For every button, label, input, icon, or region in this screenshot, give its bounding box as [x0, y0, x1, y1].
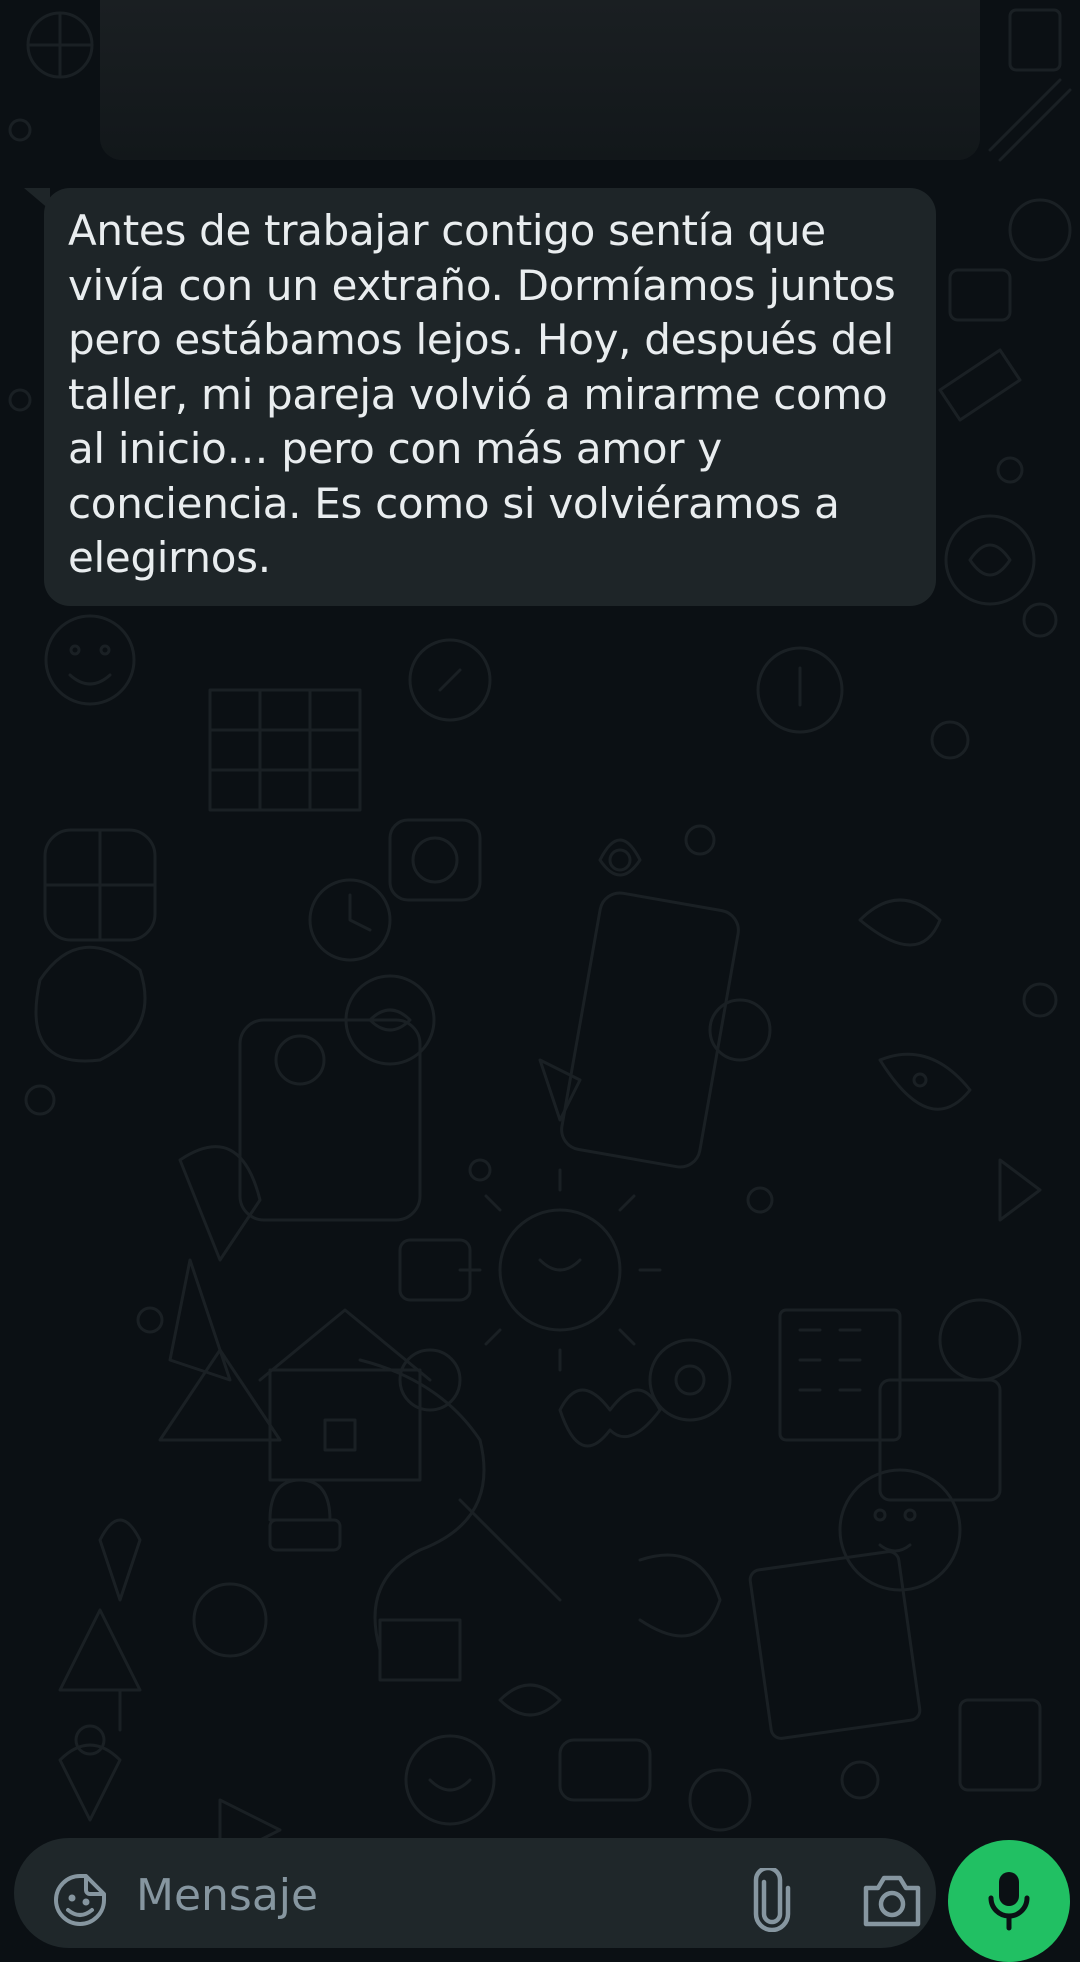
incoming-message-bubble[interactable]: Antes de trabajar contigo sentía que viv…: [44, 188, 936, 606]
message-input-container: [14, 1838, 936, 1948]
microphone-icon: [988, 1872, 1030, 1931]
microphone-button[interactable]: [948, 1840, 1070, 1962]
media-thumbnail: [100, 0, 980, 160]
media-message-preview[interactable]: [100, 0, 980, 160]
message-composer: [0, 1836, 1080, 1962]
message-text: Antes de trabajar contigo sentía que viv…: [68, 206, 896, 582]
paperclip-icon[interactable]: [744, 1865, 800, 1933]
